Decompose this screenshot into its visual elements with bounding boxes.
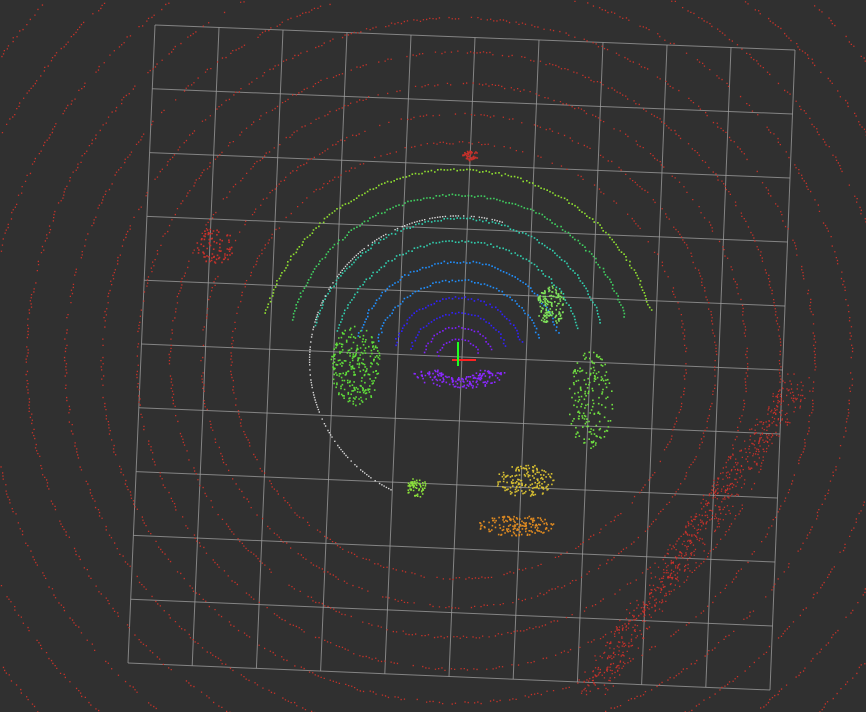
reference-grid [127, 24, 796, 691]
cluster-left-green [330, 325, 381, 407]
point-cloud-ring-points [264, 168, 653, 314]
point-cloud-ring-points [291, 193, 626, 321]
lidar-point-cloud-scene[interactable] [0, 0, 866, 712]
point-cloud-ring-points [413, 369, 506, 389]
cluster-bottom-orange [479, 515, 555, 537]
point-cloud-ring-points [314, 217, 601, 332]
cluster-top-red [462, 150, 479, 162]
rviz-3d-viewport[interactable] [0, 0, 866, 712]
cluster-bottom-green [407, 478, 427, 498]
point-cloud-ring-points [395, 296, 524, 350]
cluster-bottom-yellow [496, 464, 555, 497]
sensor-origin-axes [452, 342, 476, 366]
cluster-right-green [568, 351, 614, 449]
cluster-front-right-green [537, 285, 565, 324]
